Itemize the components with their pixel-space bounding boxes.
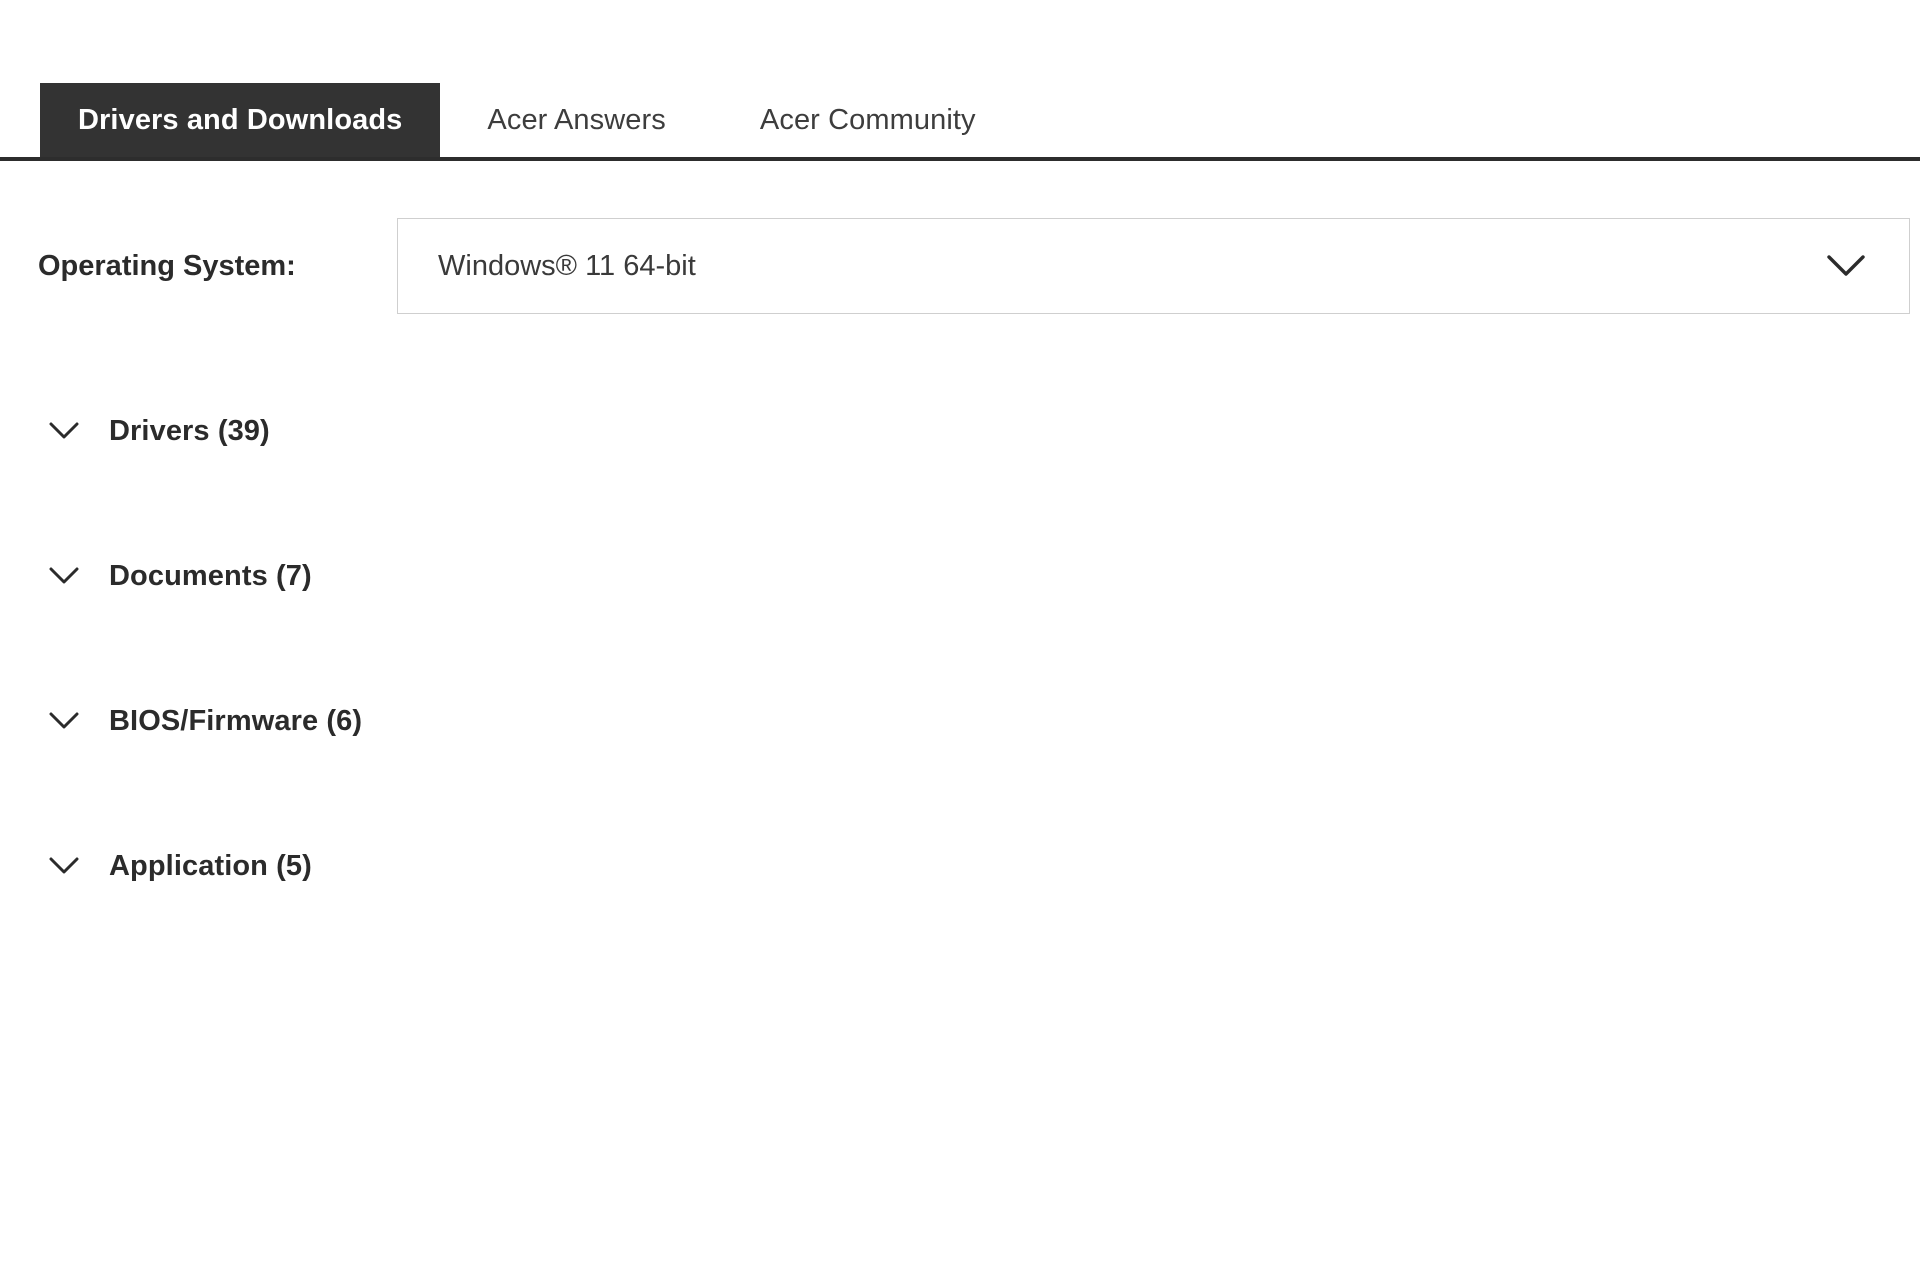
chevron-down-icon (47, 849, 81, 883)
accordion-item-label: Drivers (39) (109, 414, 270, 447)
tab-acer-community[interactable]: Acer Community (713, 83, 1023, 157)
operating-system-select[interactable]: Windows® 11 64-bit (397, 218, 1910, 314)
tab-drivers-and-downloads[interactable]: Drivers and Downloads (40, 83, 441, 157)
accordion-item-application[interactable]: Application (5) (0, 835, 1920, 897)
accordion-item-label: BIOS/Firmware (6) (109, 704, 363, 737)
chevron-down-icon (1827, 254, 1909, 278)
accordion-item-documents[interactable]: Documents (7) (0, 545, 1920, 607)
chevron-down-icon (47, 414, 81, 448)
operating-system-label: Operating System: (38, 250, 296, 282)
accordion-item-bios-firmware[interactable]: BIOS/Firmware (6) (0, 690, 1920, 752)
accordion-item-label: Documents (7) (109, 559, 312, 592)
download-category-accordion: Drivers (39) Documents (7) BIOS/Firmware… (0, 400, 1920, 980)
accordion-item-drivers[interactable]: Drivers (39) (0, 400, 1920, 462)
tab-label: Acer Community (759, 103, 976, 136)
operating-system-selected-value: Windows® 11 64-bit (438, 249, 696, 282)
tab-label: Acer Answers (487, 103, 666, 136)
tab-label: Drivers and Downloads (78, 103, 403, 136)
chevron-down-icon (47, 704, 81, 738)
accordion-item-label: Application (5) (109, 849, 312, 882)
tab-acer-answers[interactable]: Acer Answers (440, 83, 713, 157)
tab-bar: Drivers and Downloads Acer Answers Acer … (0, 83, 1920, 161)
chevron-down-icon (47, 559, 81, 593)
tab-list: Drivers and Downloads Acer Answers Acer … (0, 83, 1920, 157)
operating-system-row: Operating System: Windows® 11 64-bit (0, 218, 1920, 314)
